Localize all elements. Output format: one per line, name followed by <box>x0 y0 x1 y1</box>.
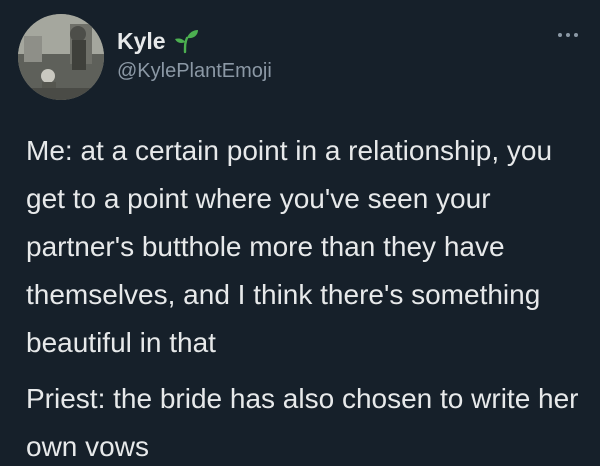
tweet-card: Kyle @KylePlantEmoji Me: at a certain po… <box>0 0 600 466</box>
avatar[interactable] <box>18 14 104 100</box>
tweet-text: Me: at a certain point in a relationship… <box>26 127 586 466</box>
tweet-paragraph: Priest: the bride has also chosen to wri… <box>26 383 579 462</box>
avatar-image <box>18 14 104 100</box>
dot <box>574 33 578 37</box>
tweet-paragraph: Me: at a certain point in a relationship… <box>26 135 553 358</box>
dot <box>558 33 562 37</box>
more-horizontal-icon[interactable] <box>558 30 582 40</box>
handle[interactable]: @KylePlantEmoji <box>117 58 272 84</box>
dot <box>566 33 570 37</box>
author-row[interactable]: Kyle <box>117 26 200 56</box>
seedling-icon <box>174 30 198 54</box>
display-name[interactable]: Kyle <box>117 26 166 56</box>
